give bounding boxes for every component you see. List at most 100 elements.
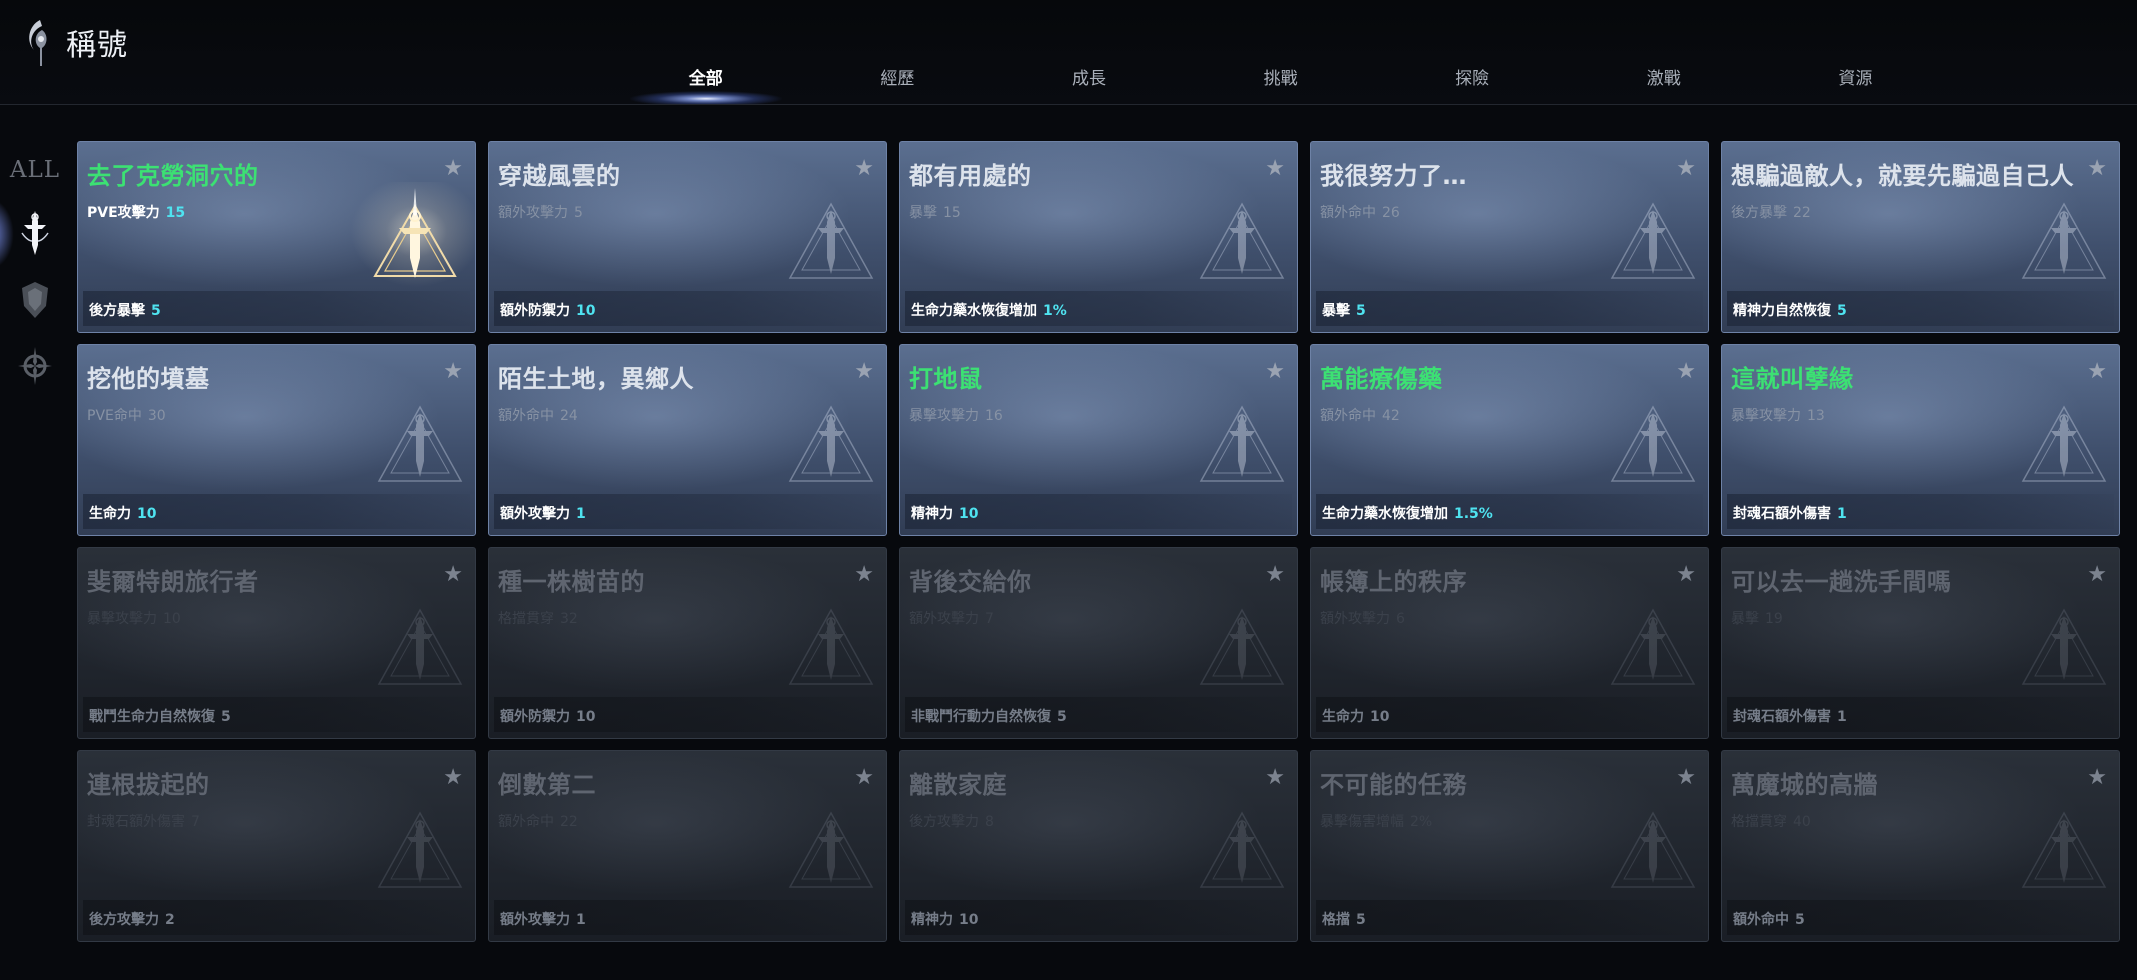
secondary-stat: 精神力自然恢復 5: [1733, 300, 1847, 320]
favorite-star-icon[interactable]: ★: [854, 361, 874, 383]
filter-sword-button[interactable]: [0, 204, 70, 264]
primary-stat: 額外攻擊力 6: [1320, 608, 1405, 628]
primary-stat-value: 16: [985, 408, 1003, 424]
filter-compass-button[interactable]: [0, 336, 70, 396]
card-title: 都有用處的: [909, 162, 1032, 190]
tab-challenge[interactable]: 挑戰: [1185, 66, 1377, 102]
favorite-star-icon[interactable]: ★: [1265, 361, 1285, 383]
primary-stat-value: 26: [1382, 205, 1400, 221]
title-card[interactable]: 倒數第二 ★ 額外命中 22 額外攻擊力 1: [488, 750, 887, 942]
tab-battle[interactable]: 激戰: [1568, 66, 1760, 102]
primary-stat: 封魂石額外傷害 7: [87, 811, 200, 831]
favorite-star-icon[interactable]: ★: [1265, 158, 1285, 180]
primary-stat: 暴擊攻擊力 16: [909, 405, 1003, 425]
title-card[interactable]: 帳簿上的秩序 ★ 額外攻擊力 6 生命力 10: [1310, 547, 1709, 739]
primary-stat-label: 額外攻擊力: [498, 205, 568, 221]
primary-stat-label: 暴擊傷害增幅: [1320, 814, 1404, 830]
title-card[interactable]: 打地鼠 ★ 暴擊攻擊力 16 精神力 10: [899, 344, 1298, 536]
secondary-stat-value: 5: [1057, 709, 1067, 725]
title-card[interactable]: 都有用處的 ★ 暴擊 15 生命力藥水恢復增加 1%: [899, 141, 1298, 333]
favorite-star-icon[interactable]: ★: [443, 767, 463, 789]
tab-label: 成長: [1071, 69, 1106, 89]
title-card[interactable]: 想騙過敵人，就要先騙過自己人 ★ 後方暴擊 22 精神力自然恢復 5: [1721, 141, 2120, 333]
favorite-star-icon[interactable]: ★: [1265, 564, 1285, 586]
sword-emblem-icon: [1199, 608, 1285, 685]
tab-all[interactable]: 全部: [610, 66, 802, 105]
favorite-star-icon[interactable]: ★: [2087, 767, 2107, 789]
sword-emblem-icon: [2021, 405, 2107, 482]
tab-growth[interactable]: 成長: [993, 66, 1185, 102]
page-title: 稱號: [66, 28, 128, 63]
favorite-star-icon[interactable]: ★: [854, 158, 874, 180]
sword-emblem-icon: [2021, 608, 2107, 685]
secondary-stat-bar: 封魂石額外傷害 1: [1727, 494, 2114, 529]
favorite-star-icon[interactable]: ★: [443, 564, 463, 586]
secondary-stat: 後方攻擊力 2: [89, 909, 175, 929]
secondary-stat-bar: 戰鬥生命力自然恢復 5: [83, 697, 470, 732]
card-title: 這就叫孽緣: [1731, 365, 1854, 393]
primary-stat-label: 暴擊攻擊力: [1731, 408, 1801, 424]
title-card[interactable]: 背後交給你 ★ 額外攻擊力 7 非戰鬥行動力自然恢復 5: [899, 547, 1298, 739]
secondary-stat-value: 5: [1356, 912, 1366, 928]
primary-stat: 額外命中 24: [498, 405, 578, 425]
title-card[interactable]: 萬能療傷藥 ★ 額外命中 42 生命力藥水恢復增加 1.5%: [1310, 344, 1709, 536]
title-card[interactable]: 這就叫孽緣 ★ 暴擊攻擊力 13 封魂石額外傷害 1: [1721, 344, 2120, 536]
primary-stat-label: 後方攻擊力: [909, 814, 979, 830]
tab-adventure[interactable]: 探險: [1376, 66, 1568, 102]
sword-emblem-icon: [1610, 811, 1696, 888]
favorite-star-icon[interactable]: ★: [443, 158, 463, 180]
title-card[interactable]: 斐爾特朗旅行者 ★ 暴擊攻擊力 10 戰鬥生命力自然恢復 5: [77, 547, 476, 739]
title-card[interactable]: 挖他的墳墓 ★ PVE命中 30 生命力 10: [77, 344, 476, 536]
primary-stat-value: 30: [147, 408, 166, 424]
primary-stat-label: 格擋貫穿: [498, 611, 554, 627]
card-title: 種一株樹苗的: [498, 568, 645, 596]
favorite-star-icon[interactable]: ★: [2087, 361, 2107, 383]
favorite-star-icon[interactable]: ★: [1676, 158, 1696, 180]
title-card[interactable]: 可以去一趟洗手間嗎 ★ 暴擊 19 封魂石額外傷害 1: [1721, 547, 2120, 739]
filter-shield-button[interactable]: [0, 270, 70, 330]
sword-emblem-icon: [377, 405, 463, 482]
favorite-star-icon[interactable]: ★: [443, 361, 463, 383]
title-card[interactable]: 種一株樹苗的 ★ 格擋貫穿 32 額外防禦力 10: [488, 547, 887, 739]
title-card[interactable]: 離散家庭 ★ 後方攻擊力 8 精神力 10: [899, 750, 1298, 942]
tab-experience[interactable]: 經歷: [802, 66, 994, 102]
favorite-star-icon[interactable]: ★: [1676, 564, 1696, 586]
title-card[interactable]: 去了克勞洞穴的 ★ PVE攻擊力 15 後方暴擊 5: [77, 141, 476, 333]
secondary-stat-label: 生命力: [1322, 709, 1364, 725]
primary-stat-label: 後方暴擊: [1731, 205, 1787, 221]
primary-stat: 暴擊 19: [1731, 608, 1783, 628]
title-card[interactable]: 不可能的任務 ★ 暴擊傷害增幅 2% 格擋 5: [1310, 750, 1709, 942]
favorite-star-icon[interactable]: ★: [1265, 767, 1285, 789]
primary-stat-value: 2%: [1410, 814, 1433, 830]
secondary-stat-value: 1%: [1043, 303, 1067, 319]
favorite-star-icon[interactable]: ★: [854, 564, 874, 586]
title-card[interactable]: 萬魔城的高牆 ★ 格擋貫穿 40 額外命中 5: [1721, 750, 2120, 942]
filter-all-button[interactable]: ALL: [0, 140, 70, 200]
title-card[interactable]: 穿越風雲的 ★ 額外攻擊力 5 額外防禦力 10: [488, 141, 887, 333]
favorite-star-icon[interactable]: ★: [1676, 767, 1696, 789]
title-card[interactable]: 連根拔起的 ★ 封魂石額外傷害 7 後方攻擊力 2: [77, 750, 476, 942]
card-title: 可以去一趟洗手間嗎: [1731, 568, 1952, 596]
secondary-stat: 非戰鬥行動力自然恢復 5: [911, 706, 1067, 726]
filter-all-label: ALL: [9, 157, 61, 183]
secondary-stat-bar: 精神力自然恢復 5: [1727, 291, 2114, 326]
secondary-stat-value: 2: [165, 912, 175, 928]
secondary-stat-value: 1: [576, 506, 586, 522]
favorite-star-icon[interactable]: ★: [1676, 361, 1696, 383]
secondary-stat-value: 5: [151, 303, 161, 319]
favorite-star-icon[interactable]: ★: [2087, 158, 2107, 180]
card-title: 斐爾特朗旅行者: [87, 568, 259, 596]
favorite-star-icon[interactable]: ★: [854, 767, 874, 789]
tab-label: 資源: [1838, 69, 1873, 89]
tab-resources[interactable]: 資源: [1760, 66, 1952, 102]
sword-emblem-icon: [1199, 811, 1285, 888]
secondary-stat-bar: 精神力 10: [905, 900, 1292, 935]
secondary-stat-bar: 後方攻擊力 2: [83, 900, 470, 935]
secondary-stat-value: 10: [959, 912, 979, 928]
favorite-star-icon[interactable]: ★: [2087, 564, 2107, 586]
title-card[interactable]: 我很努力了… ★ 額外命中 26 暴擊 5: [1310, 141, 1709, 333]
sword-emblem-icon: [2021, 811, 2107, 888]
title-card[interactable]: 陌生土地，異鄉人 ★ 額外命中 24 額外攻擊力 1: [488, 344, 887, 536]
secondary-stat-label: 額外命中: [1733, 912, 1789, 928]
primary-stat-label: 額外命中: [1320, 408, 1376, 424]
